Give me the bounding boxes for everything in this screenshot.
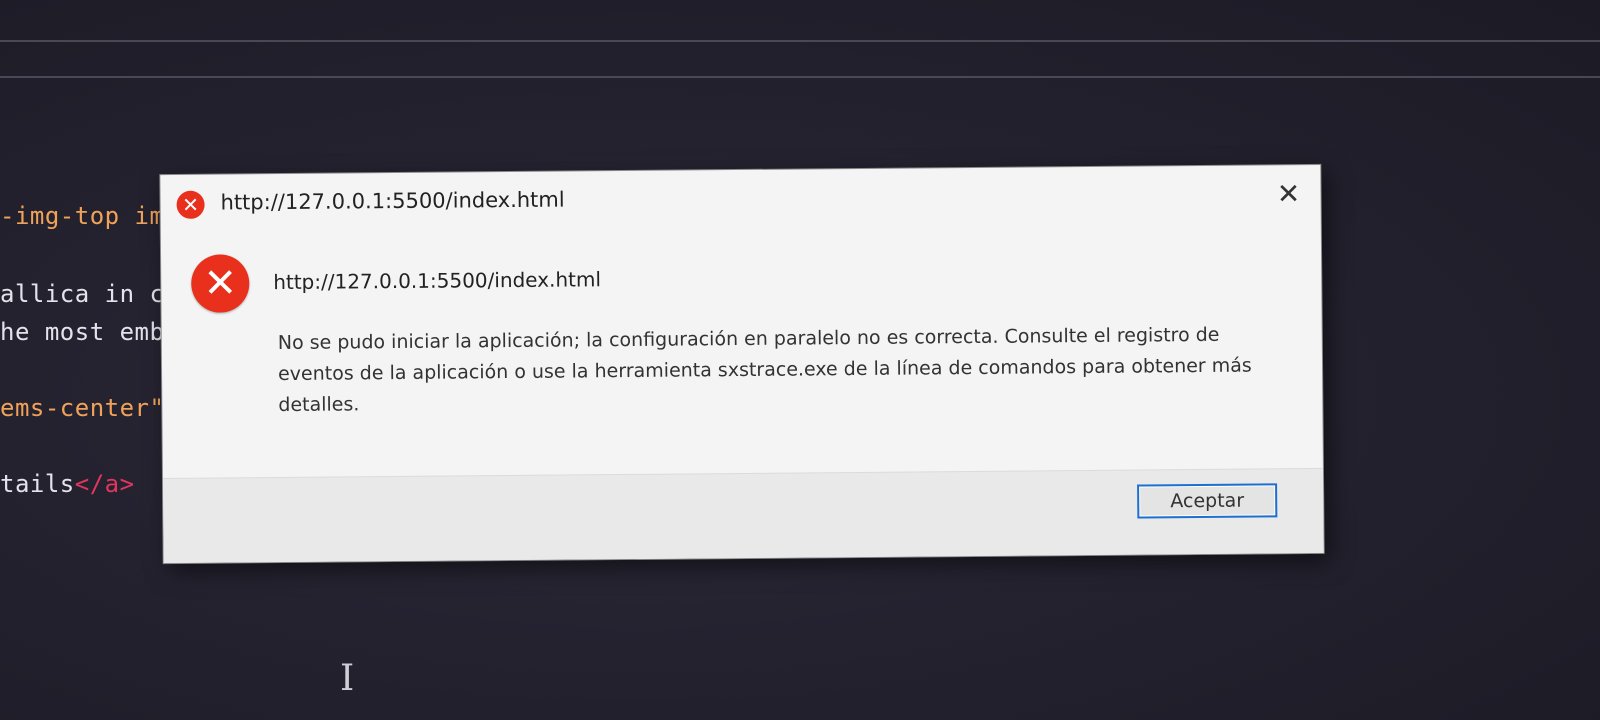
dialog-message: No se pudo iniciar la aplicación; la con… — [277, 323, 1252, 417]
editor-rule-second — [0, 76, 1600, 78]
code-line: tails</a> — [0, 470, 135, 498]
error-icon: ✕ — [176, 190, 205, 219]
dialog-footer: Aceptar — [162, 467, 1324, 564]
text-cursor-icon: I — [340, 658, 355, 699]
code-text: tails — [0, 470, 75, 498]
dialog-title: http://127.0.0.1:5500/index.html — [220, 187, 565, 215]
code-closing-tag: </a> — [74, 470, 135, 498]
code-line: allica in c — [0, 280, 165, 308]
error-dialog: ✕ http://127.0.0.1:5500/index.html ✕ ✕ h… — [160, 164, 1324, 564]
error-icon: ✕ — [191, 254, 250, 313]
dialog-heading: http://127.0.0.1:5500/index.html — [273, 267, 602, 295]
code-line: -img-top im — [0, 202, 165, 230]
close-button[interactable]: ✕ — [1270, 177, 1306, 211]
accept-button[interactable]: Aceptar — [1137, 483, 1278, 519]
dialog-body: ✕ http://127.0.0.1:5500/index.html No se… — [161, 223, 1323, 479]
code-line: ems-center"> — [0, 394, 180, 422]
code-line: he most emb — [0, 318, 165, 346]
editor-rule-top — [0, 40, 1600, 42]
dialog-titlebar[interactable]: ✕ http://127.0.0.1:5500/index.html ✕ — [160, 165, 1320, 233]
